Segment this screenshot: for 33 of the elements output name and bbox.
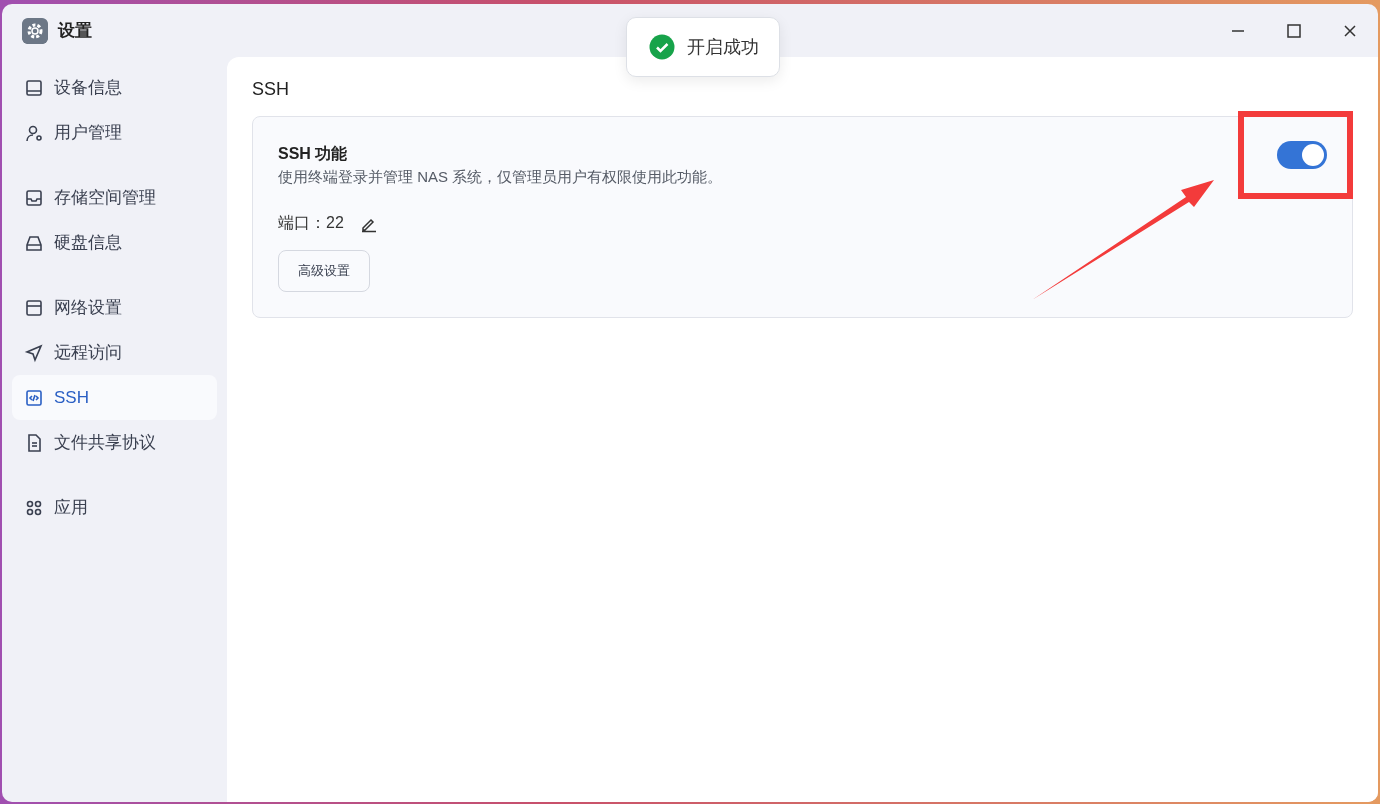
sidebar-item-label: 存储空间管理 bbox=[54, 187, 156, 209]
sidebar-item-label: 应用 bbox=[54, 497, 88, 519]
advanced-settings-button[interactable]: 高级设置 bbox=[278, 250, 370, 292]
window-title: 设置 bbox=[58, 20, 92, 42]
gear-icon bbox=[22, 17, 48, 44]
toggle-switch[interactable] bbox=[1277, 141, 1327, 169]
sidebar-item-label: SSH bbox=[54, 387, 89, 408]
sidebar-item[interactable]: 用户管理 bbox=[12, 110, 217, 155]
sidebar-item-label: 设备信息 bbox=[54, 77, 122, 99]
sidebar-item-icon bbox=[24, 77, 44, 98]
sidebar-item-icon bbox=[24, 187, 44, 208]
sidebar-item-label: 网络设置 bbox=[54, 297, 122, 319]
port-label: 端口：22 bbox=[278, 213, 344, 233]
section-heading: SSH bbox=[252, 79, 290, 100]
sidebar-item[interactable]: 硬盘信息 bbox=[12, 220, 217, 265]
sidebar-item[interactable]: 应用 bbox=[12, 485, 217, 530]
sidebar-item[interactable]: 文件共享协议 bbox=[12, 420, 217, 465]
sidebar-item-label: 硬盘信息 bbox=[54, 232, 122, 254]
sidebar-item-label: 用户管理 bbox=[54, 122, 122, 144]
sidebar-item[interactable]: 设备信息 bbox=[12, 65, 217, 110]
check-circle-icon bbox=[649, 34, 675, 60]
sidebar-item-label: 文件共享协议 bbox=[54, 432, 156, 454]
sidebar-item-icon bbox=[24, 342, 44, 363]
sidebar-item[interactable]: 网络设置 bbox=[12, 285, 217, 330]
sidebar-item-icon bbox=[24, 387, 44, 408]
sidebar-item[interactable]: 远程访问 bbox=[12, 330, 217, 375]
toast-message: 开启成功 bbox=[687, 36, 759, 59]
sidebar-item[interactable]: SSH bbox=[12, 375, 217, 420]
card-description: 使用终端登录并管理 NAS 系统，仅管理员用户有权限使用此功能。 bbox=[278, 168, 723, 187]
sidebar-item-icon bbox=[24, 297, 44, 318]
sidebar-item[interactable]: 存储空间管理 bbox=[12, 175, 217, 220]
card-title: SSH 功能 bbox=[278, 144, 349, 164]
sidebar-item-label: 远程访问 bbox=[54, 342, 122, 364]
